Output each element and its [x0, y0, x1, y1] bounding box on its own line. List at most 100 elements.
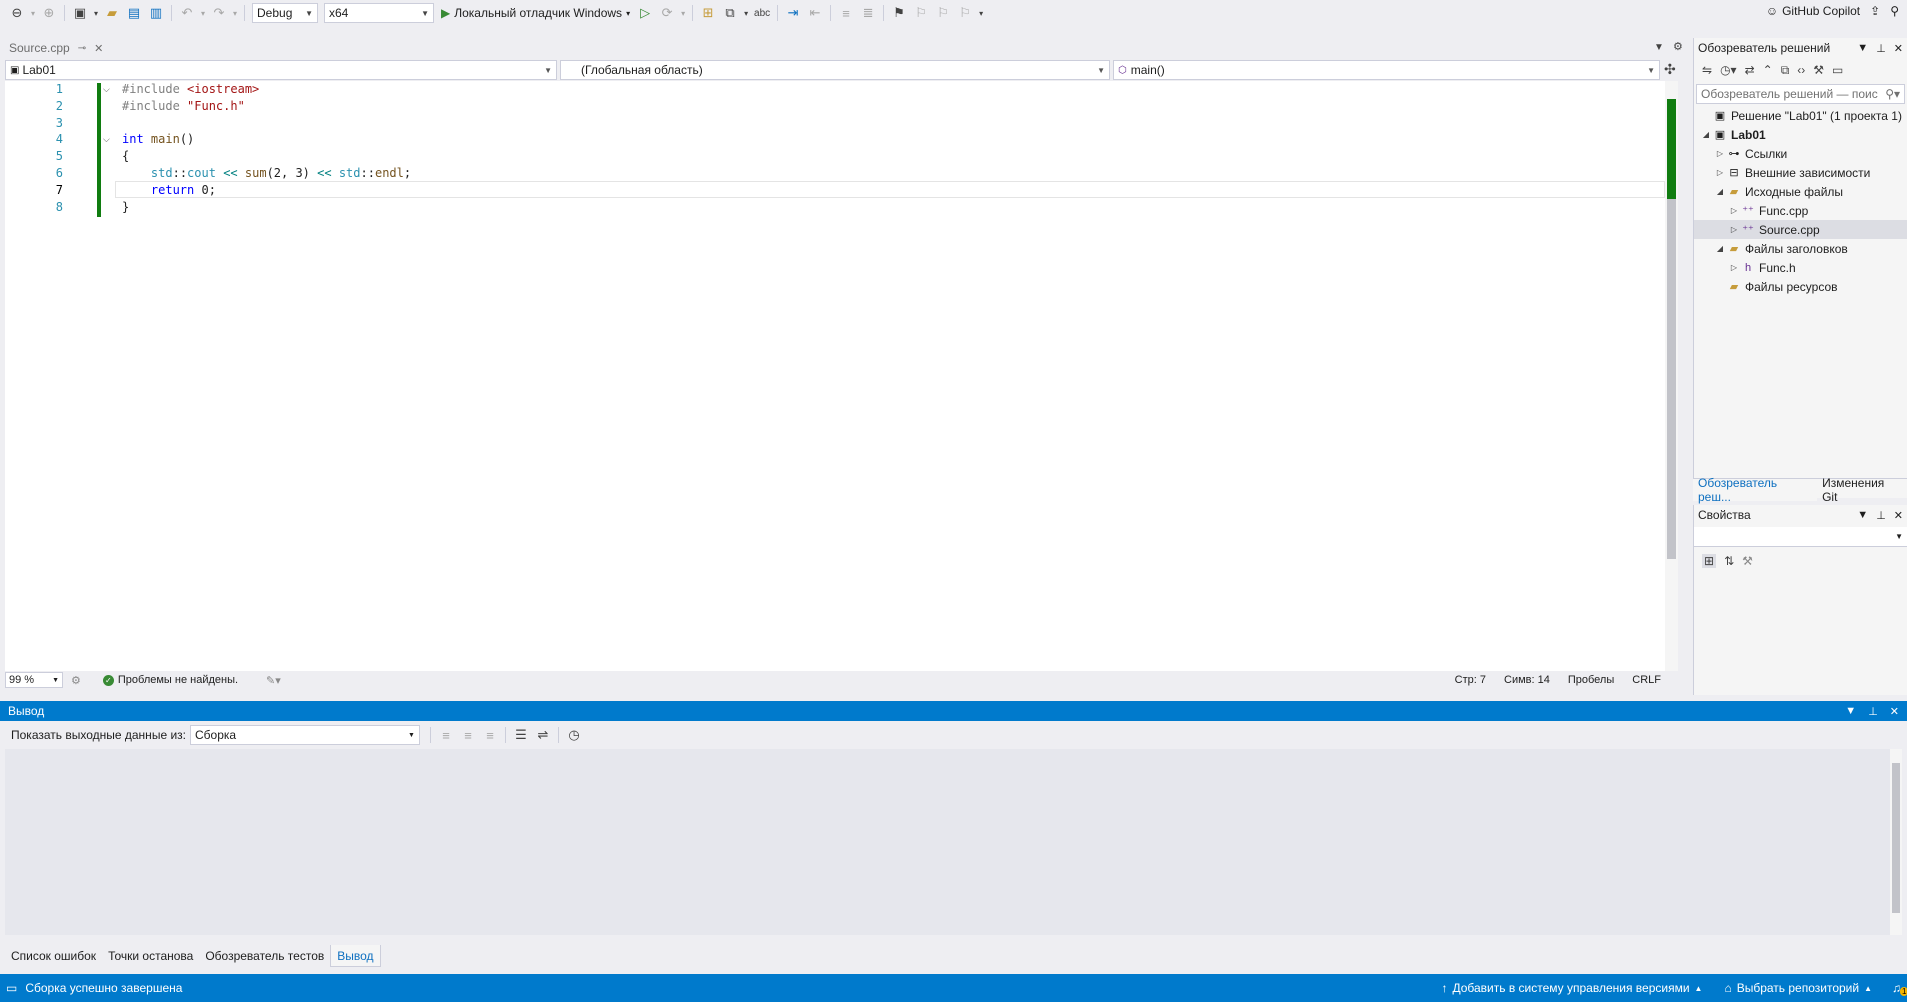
collapse-icon[interactable]: ⌵ — [103, 134, 110, 145]
start-without-debug-icon[interactable]: ▷ — [634, 2, 656, 24]
preview-icon[interactable]: ▭ — [1832, 63, 1843, 77]
output-scrollbar[interactable] — [1890, 749, 1902, 935]
next-bookmark-icon[interactable]: ⚐ — [932, 2, 954, 24]
pin-icon[interactable]: ⊸ — [78, 43, 86, 54]
bookmark-icon[interactable]: ⚑ — [888, 2, 910, 24]
properties-object-select[interactable]: ▼ — [1694, 527, 1907, 547]
collapse-icon[interactable]: ⌵ — [103, 84, 110, 95]
tree-item-solution[interactable]: ▣ Решение "Lab01" (1 проекта 1) — [1694, 106, 1907, 125]
collapsed-icon[interactable]: ▷ — [1714, 168, 1726, 177]
config-select[interactable]: Debug ▼ — [252, 3, 318, 23]
clear-bookmarks-icon[interactable]: ⚐ — [954, 2, 976, 24]
collapsed-icon[interactable]: ▷ — [1728, 206, 1740, 215]
categorized-icon[interactable]: ⊞ — [1702, 554, 1717, 568]
pin-icon[interactable]: ⊥ — [1876, 509, 1886, 522]
tab-source-cpp[interactable]: Source.cpp ⊸ ✕ — [5, 40, 108, 58]
tab-error-list[interactable]: Список ошибок — [5, 945, 102, 967]
tree-item-project[interactable]: ◢ ▣ Lab01 — [1694, 125, 1907, 144]
scrollbar-thumb[interactable] — [1892, 763, 1900, 913]
expanded-icon[interactable]: ◢ — [1714, 187, 1726, 196]
uncomment-icon[interactable]: ≣ — [857, 2, 879, 24]
chevron-down-icon[interactable]: ▾ — [678, 2, 688, 24]
chevron-down-icon[interactable]: ▾ — [28, 2, 38, 24]
chevron-down-icon[interactable]: ▼ — [1857, 42, 1868, 55]
close-icon[interactable]: ✕ — [1894, 509, 1903, 522]
close-icon[interactable]: ✕ — [94, 42, 103, 55]
output-source-select[interactable]: Сборка ▼ — [189, 725, 420, 745]
prev-bookmark-icon[interactable]: ⚐ — [910, 2, 932, 24]
copilot-button[interactable]: ☺ GitHub Copilot — [1766, 4, 1860, 18]
pin-icon[interactable]: ⊥ — [1876, 42, 1886, 55]
sync-icon[interactable]: ⇄ — [1745, 63, 1755, 77]
property-pages-icon[interactable]: ⚒ — [1742, 554, 1753, 568]
tree-item-func-h[interactable]: ▷ h Func.h — [1694, 258, 1907, 277]
chevron-down-icon[interactable]: ▾ — [230, 2, 240, 24]
step-icon[interactable]: ⇥ — [782, 2, 804, 24]
tree-item-func-cpp[interactable]: ▷ ⁺⁺ Func.cpp — [1694, 201, 1907, 220]
tree-item-references[interactable]: ▷ ⊶ Ссылки — [1694, 144, 1907, 163]
chevron-down-icon[interactable]: ▼ — [1857, 509, 1868, 522]
code-text[interactable]: #include <iostream> #include "Func.h" in… — [122, 81, 1662, 215]
tab-breakpoints[interactable]: Точки останова — [102, 945, 199, 967]
start-debug-button[interactable]: ▶ Локальный отладчик Windows ▾ — [437, 6, 634, 20]
switch-view-icon[interactable]: ⇋ — [1702, 63, 1712, 77]
tab-git-changes[interactable]: Изменения Git — [1817, 476, 1907, 504]
expanded-icon[interactable]: ◢ — [1700, 130, 1712, 139]
close-icon[interactable]: ✕ — [1894, 42, 1903, 55]
tree-item-source-cpp[interactable]: ▷ ⁺⁺ Source.cpp — [1694, 220, 1907, 239]
collapse-all-icon[interactable]: ⌃ — [1763, 63, 1773, 77]
scope-nav-select[interactable]: (Глобальная область) ▼ — [560, 60, 1110, 80]
notifications-button[interactable]: ♫ 1 — [1892, 981, 1907, 996]
redo-icon[interactable]: ↷ — [208, 2, 230, 24]
expanded-icon[interactable]: ◢ — [1714, 244, 1726, 253]
collapsed-icon[interactable]: ▷ — [1714, 149, 1726, 158]
word-wrap-icon[interactable]: ⇌ — [532, 724, 554, 746]
intellicode-icon[interactable]: ⚙ — [71, 674, 81, 687]
line-indicator[interactable]: Стр: 7 — [1455, 674, 1486, 686]
collapsed-icon[interactable]: ▷ — [1728, 225, 1740, 234]
save-icon[interactable]: ▤ — [123, 2, 145, 24]
tab-test-explorer[interactable]: Обозреватель тестов — [199, 945, 330, 967]
window-layout-icon[interactable]: ⧉ — [719, 2, 741, 24]
gear-icon[interactable]: ⚙ — [1673, 40, 1683, 53]
find-in-output-icon[interactable]: ≡ — [435, 724, 457, 746]
chevron-down-icon[interactable]: ▾ — [976, 2, 986, 24]
browse-folder-icon[interactable]: ⊞ — [697, 2, 719, 24]
alphabetical-icon[interactable]: ⇅ — [1724, 554, 1734, 568]
eol-indicator[interactable]: CRLF — [1632, 674, 1661, 686]
save-all-icon[interactable]: ▥ — [145, 2, 167, 24]
tab-overflow-icon[interactable]: ▼ — [1654, 42, 1664, 53]
select-repository-button[interactable]: ⌂ Выбрать репозиторий ▲ — [1724, 981, 1872, 995]
wrench-icon[interactable]: ⚒ — [1813, 63, 1824, 77]
zoom-select[interactable]: 99 % ▼ — [5, 672, 63, 688]
tree-item-source-files[interactable]: ◢ ▰ Исходные файлы — [1694, 182, 1907, 201]
tree-item-resource-files[interactable]: ▰ Файлы ресурсов — [1694, 277, 1907, 296]
chevron-down-icon[interactable]: ▾ — [741, 2, 751, 24]
editor-scrollbar[interactable] — [1665, 81, 1678, 671]
split-editor-icon[interactable]: ✣ — [1664, 61, 1676, 78]
project-nav-select[interactable]: ▣ Lab01 ▼ — [5, 60, 557, 80]
undo-icon[interactable]: ↶ — [176, 2, 198, 24]
code-editor[interactable]: 1 2 3 4 5 6 7 8 ⌵ ⌵ #include <iostream> … — [5, 81, 1678, 671]
share-icon[interactable]: ⇪ — [1870, 4, 1880, 18]
cleanup-icon[interactable]: ✎▾ — [266, 674, 281, 687]
back-icon[interactable]: ⊖ — [6, 2, 28, 24]
clock-icon[interactable]: ◷ — [563, 724, 585, 746]
add-to-source-control-button[interactable]: ↑ Добавить в систему управления версиями… — [1441, 981, 1702, 995]
tree-item-external-deps[interactable]: ▷ ⊟ Внешние зависимости — [1694, 163, 1907, 182]
close-icon[interactable]: ✕ — [1890, 705, 1899, 718]
platform-select[interactable]: x64 ▼ — [324, 3, 434, 23]
output-text-area[interactable] — [5, 749, 1895, 935]
comment-icon[interactable]: ≡ — [835, 2, 857, 24]
tab-solution-explorer[interactable]: Обозреватель реш... — [1693, 476, 1818, 504]
tree-item-header-files[interactable]: ◢ ▰ Файлы заголовков — [1694, 239, 1907, 258]
new-project-icon[interactable]: ▣ — [69, 2, 91, 24]
hot-reload-icon[interactable]: ⟳ — [656, 2, 678, 24]
feedback-icon[interactable]: ⚲ — [1890, 4, 1899, 18]
issues-indicator[interactable]: ✓ Проблемы не найдены. — [102, 674, 238, 686]
spell-check-icon[interactable]: abc — [751, 2, 773, 24]
show-all-files-icon[interactable]: ⧉ — [1781, 63, 1790, 78]
pin-icon[interactable]: ⊥ — [1868, 705, 1878, 718]
open-folder-icon[interactable]: ▰ — [101, 2, 123, 24]
chevron-down-icon[interactable]: ▼ — [1845, 705, 1856, 718]
